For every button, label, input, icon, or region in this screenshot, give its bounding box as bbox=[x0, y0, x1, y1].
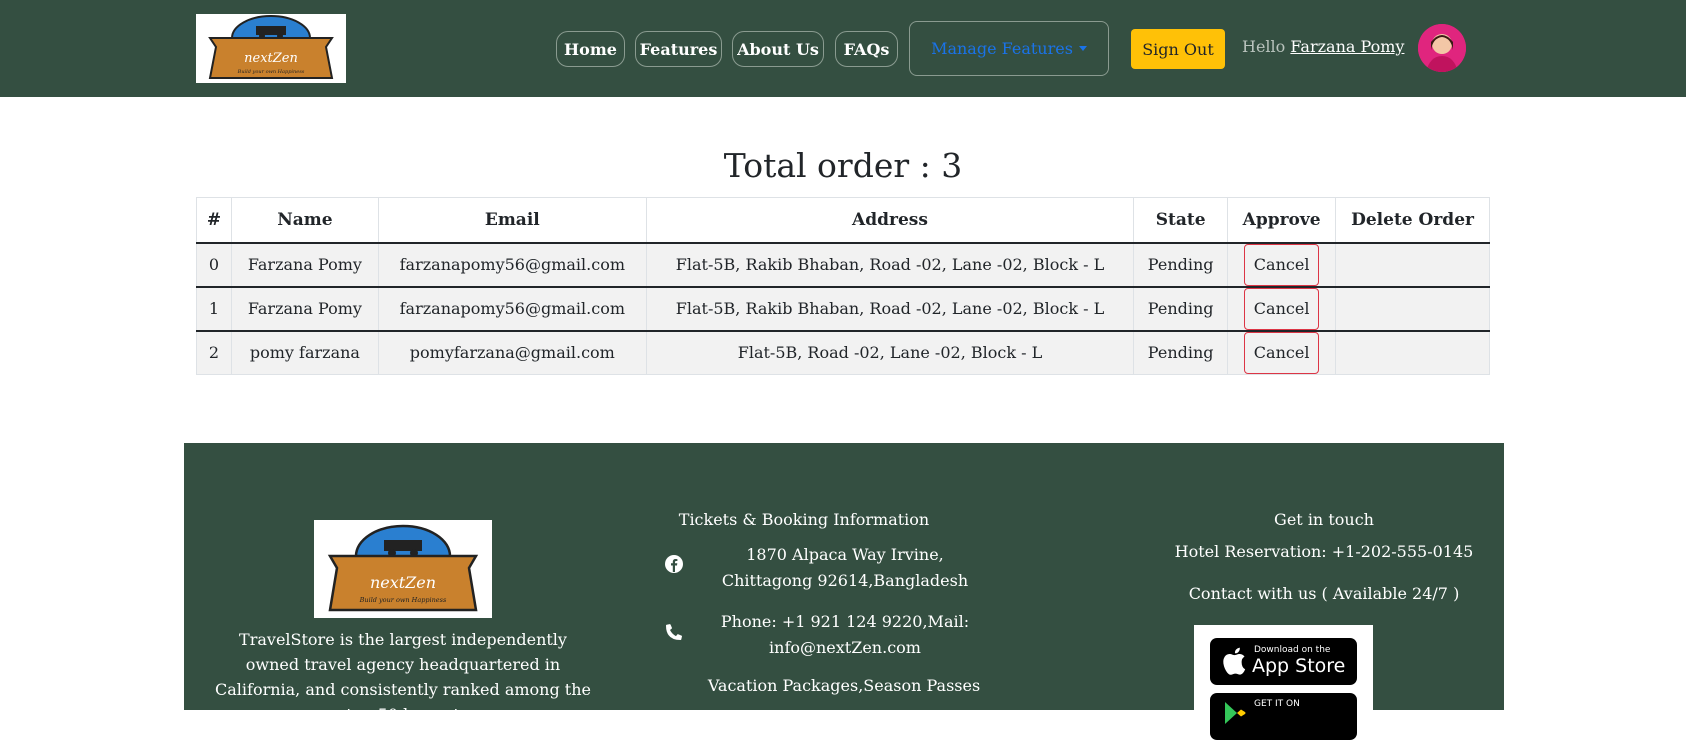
col-header-approve: Approve bbox=[1227, 197, 1337, 244]
nav-about-us[interactable]: About Us bbox=[732, 31, 824, 67]
footer-get-in-touch-heading: Get in touch bbox=[1274, 510, 1374, 529]
app-store-small-label: Download on the bbox=[1254, 645, 1331, 655]
sign-out-button[interactable]: Sign Out bbox=[1131, 29, 1225, 69]
footer-tickets-heading: Tickets & Booking Information bbox=[678, 510, 930, 529]
nav-faqs[interactable]: FAQs bbox=[835, 31, 898, 67]
footer-hotel-reservation: Hotel Reservation: +1-202-555-0145 bbox=[1174, 542, 1474, 561]
footer-about-text: TravelStore is the largest independently… bbox=[215, 630, 591, 724]
cell-approve: Cancel bbox=[1227, 330, 1337, 375]
footer-contact-availability: Contact with us ( Available 24/7 ) bbox=[1188, 584, 1460, 603]
col-header-state: State bbox=[1133, 197, 1229, 244]
app-store-big-label: App Store bbox=[1252, 655, 1346, 677]
page-title: Total order : 3 bbox=[723, 146, 963, 185]
google-play-icon bbox=[1225, 702, 1246, 724]
col-header-address: Address bbox=[645, 197, 1135, 244]
manage-features-dropdown[interactable]: Manage Features bbox=[909, 21, 1109, 76]
cell-email: farzanapomy56@gmail.com bbox=[377, 242, 647, 288]
cell-address: Flat-5B, Rakib Bhaban, Road -02, Lane -0… bbox=[645, 286, 1135, 332]
navbar: nextZen Build your own Happiness Home Fe… bbox=[0, 0, 1686, 97]
cell-approve: Cancel bbox=[1227, 286, 1337, 332]
cell-email: farzanapomy56@gmail.com bbox=[377, 286, 647, 332]
cell-name: Farzana Pomy bbox=[230, 286, 379, 332]
manage-features-label: Manage Features bbox=[931, 39, 1073, 58]
cell-name: pomy farzana bbox=[230, 330, 379, 375]
nav-home[interactable]: Home bbox=[556, 31, 625, 67]
cell-delete-order bbox=[1335, 286, 1490, 332]
table-row: 1 Farzana Pomy farzanapomy56@gmail.com F… bbox=[196, 286, 1490, 332]
col-header-name: Name bbox=[230, 197, 379, 244]
footer-logo: nextZen Build your own Happiness bbox=[314, 520, 492, 618]
cell-state: Pending bbox=[1133, 286, 1229, 332]
cell-address: Flat-5B, Road -02, Lane -02, Block - L bbox=[645, 330, 1135, 375]
cell-address: Flat-5B, Rakib Bhaban, Road -02, Lane -0… bbox=[645, 242, 1135, 288]
footer-logo-brand: nextZen bbox=[370, 573, 436, 592]
google-play-small-label: GET IT ON bbox=[1254, 699, 1300, 709]
google-play-button[interactable]: GET IT ON bbox=[1210, 693, 1357, 740]
col-header-index: # bbox=[196, 197, 232, 244]
app-store-button[interactable]: Download on the App Store bbox=[1210, 638, 1357, 685]
footer-logo-tagline: Build your own Happiness bbox=[359, 596, 447, 604]
orders-table: # Name Email Address State Approve Delet… bbox=[196, 197, 1490, 375]
footer: nextZen Build your own Happiness TravelS… bbox=[184, 443, 1504, 740]
user-name-link[interactable]: Farzana Pomy bbox=[1290, 37, 1404, 56]
avatar[interactable] bbox=[1418, 24, 1466, 72]
col-header-email: Email bbox=[377, 197, 647, 244]
logo-tagline: Build your own Happiness bbox=[237, 69, 305, 75]
cancel-button[interactable]: Cancel bbox=[1243, 287, 1320, 330]
cancel-button[interactable]: Cancel bbox=[1243, 331, 1320, 374]
table-row: 0 Farzana Pomy farzanapomy56@gmail.com F… bbox=[196, 242, 1490, 288]
phone-icon bbox=[666, 624, 683, 640]
cell-approve: Cancel bbox=[1227, 242, 1337, 288]
cell-delete-order bbox=[1335, 242, 1490, 288]
greeting-prefix: Hello bbox=[1242, 37, 1286, 56]
cell-index: 2 bbox=[196, 330, 232, 375]
greeting: Hello Farzana Pomy bbox=[1242, 37, 1404, 56]
apple-icon bbox=[1223, 647, 1246, 675]
cell-index: 0 bbox=[196, 242, 232, 288]
footer-vacation-packages: Vacation Packages,Season Passes bbox=[707, 676, 981, 695]
nav-features[interactable]: Features bbox=[635, 31, 722, 67]
chevron-down-icon bbox=[1078, 46, 1087, 51]
app-store-badges: Download on the App Store GET IT ON bbox=[1194, 625, 1373, 740]
cell-email: pomyfarzana@gmail.com bbox=[377, 330, 647, 375]
cell-name: Farzana Pomy bbox=[230, 242, 379, 288]
cell-state: Pending bbox=[1133, 242, 1229, 288]
cell-state: Pending bbox=[1133, 330, 1229, 375]
footer-address: 1870 Alpaca Way Irvine, Chittagong 92614… bbox=[721, 545, 969, 590]
site-logo[interactable]: nextZen Build your own Happiness bbox=[196, 14, 346, 83]
table-row: 2 pomy farzana pomyfarzana@gmail.com Fla… bbox=[196, 330, 1490, 375]
logo-brand: nextZen bbox=[244, 51, 298, 66]
footer-phone-mail: Phone: +1 921 124 9220,Mail: info@nextZe… bbox=[720, 612, 970, 657]
col-header-delete-order: Delete Order bbox=[1335, 197, 1490, 244]
facebook-icon[interactable] bbox=[665, 555, 683, 573]
cell-delete-order bbox=[1335, 330, 1490, 375]
cell-index: 1 bbox=[196, 286, 232, 332]
table-header-row: # Name Email Address State Approve Delet… bbox=[196, 197, 1490, 244]
cancel-button[interactable]: Cancel bbox=[1243, 243, 1320, 286]
